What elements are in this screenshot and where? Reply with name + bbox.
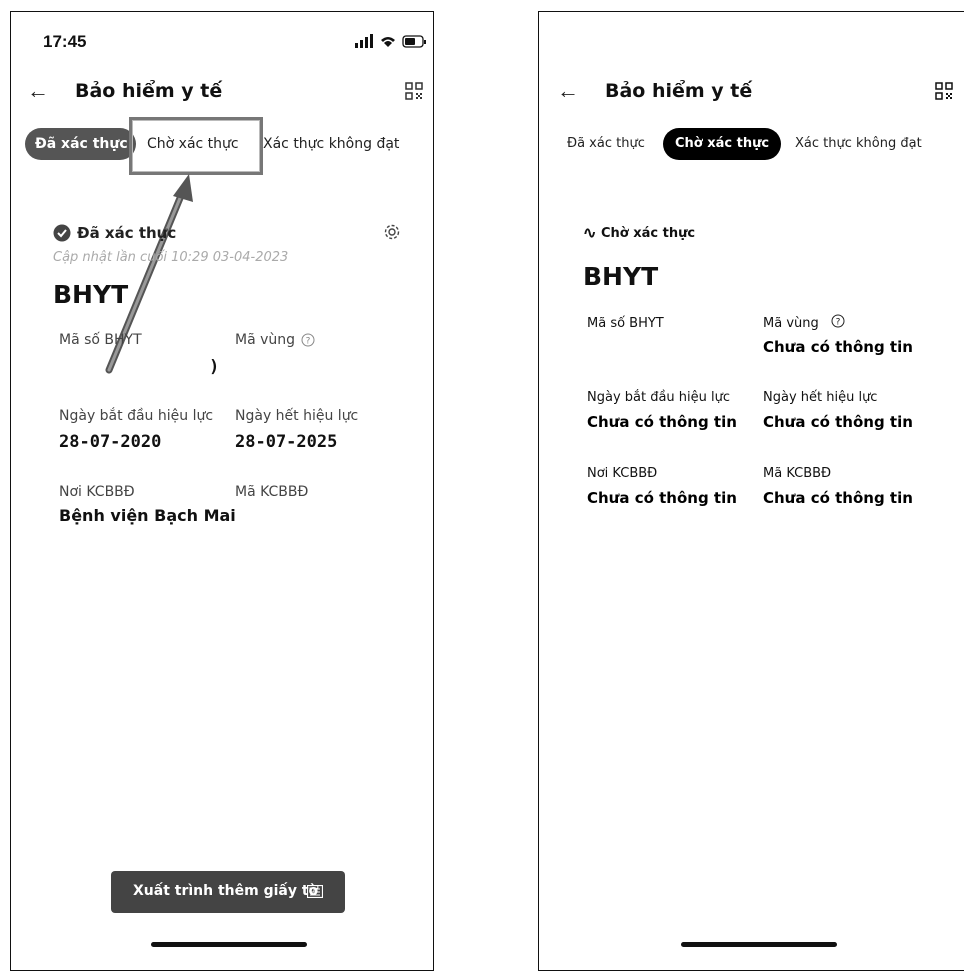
- tab-verified[interactable]: Đã xác thực: [557, 128, 655, 160]
- ngay-bat-dau-value: Chưa có thông tin: [587, 413, 737, 431]
- tab-failed[interactable]: Xác thực không đạt: [255, 128, 407, 160]
- phone-screen-verified: 17:45 ← Bảo hiểm y tế Đã xác thực Chờ xá…: [10, 11, 434, 971]
- home-indicator: [681, 942, 837, 947]
- status-label: Đã xác thực: [77, 224, 177, 242]
- qr-code-icon[interactable]: [935, 82, 953, 100]
- page-title: Bảo hiểm y tế: [605, 80, 753, 102]
- status-time: 17:45: [43, 32, 87, 51]
- highlight-box: [129, 117, 263, 175]
- ngay-het-label: Ngày hết hiệu lực: [763, 390, 878, 405]
- export-button-label: Xuất trình thêm giấy tờ: [133, 883, 319, 899]
- page-title: Bảo hiểm y tế: [75, 80, 223, 102]
- ma-kcb-label: Mã KCBBĐ: [235, 484, 309, 500]
- help-circle-icon[interactable]: ?: [831, 314, 845, 328]
- ma-vung-label: Mã vùng: [763, 316, 819, 331]
- ngay-het-value: Chưa có thông tin: [763, 413, 913, 431]
- updated-text: Cập nhật lần cuối 10:29 03-04-2023: [53, 250, 289, 265]
- back-arrow-icon[interactable]: ←: [27, 78, 49, 104]
- ngay-bat-dau-value: 28-07-2020: [59, 432, 162, 452]
- ngay-het-label: Ngày hết hiệu lực: [235, 408, 359, 424]
- ma-kcb-label: Mã KCBBĐ: [763, 466, 832, 481]
- pending-wave-icon: ∿: [583, 225, 597, 242]
- noi-kcb-label: Nơi KCBBĐ: [587, 466, 658, 481]
- signal-icon: [355, 43, 358, 48]
- phone-screen-pending: ← Bảo hiểm y tế Đã xác thực Chờ xác thực…: [538, 11, 964, 971]
- tab-verified[interactable]: Đã xác thực: [25, 128, 136, 160]
- status-icons: [355, 34, 426, 48]
- ma-vung-label: Mã vùng: [235, 332, 296, 348]
- gear-icon[interactable]: [383, 223, 401, 241]
- back-arrow-icon[interactable]: ←: [557, 78, 579, 104]
- ngay-bat-dau-label: Ngày bắt đầu hiệu lực: [587, 390, 731, 405]
- export-documents-button[interactable]: Xuất trình thêm giấy tờ: [111, 871, 345, 913]
- tab-failed[interactable]: Xác thực không đạt: [783, 128, 934, 160]
- noi-kcb-label: Nơi KCBBĐ: [59, 484, 135, 500]
- ma-kcb-value: Chưa có thông tin: [763, 489, 913, 507]
- svg-text:?: ?: [836, 318, 841, 328]
- ma-vung-value: ): [209, 357, 220, 377]
- ngay-het-value: 28-07-2025: [235, 432, 338, 452]
- noi-kcb-value: Bệnh viện Bạch Mai: [59, 506, 236, 525]
- ma-vung-value: Chưa có thông tin: [763, 338, 913, 356]
- annotation-arrow-icon: [105, 174, 193, 374]
- ma-so-label: Mã số BHYT: [59, 332, 142, 348]
- ma-so-label: Mã số BHYT: [587, 316, 664, 331]
- check-circle-icon: [53, 224, 71, 242]
- card-title: BHYT: [583, 262, 659, 291]
- card-title: BHYT: [53, 280, 129, 309]
- qr-code-icon[interactable]: [405, 82, 423, 100]
- help-circle-icon[interactable]: ?: [301, 333, 315, 347]
- wifi-icon: [381, 37, 395, 47]
- tab-pending[interactable]: Chờ xác thực: [663, 128, 782, 160]
- svg-text:?: ?: [306, 337, 311, 347]
- status-label: Chờ xác thực: [601, 226, 696, 241]
- id-card-icon: [307, 885, 323, 898]
- noi-kcb-value: Chưa có thông tin: [587, 489, 737, 507]
- ngay-bat-dau-label: Ngày bắt đầu hiệu lực: [59, 408, 214, 424]
- home-indicator: [151, 942, 307, 947]
